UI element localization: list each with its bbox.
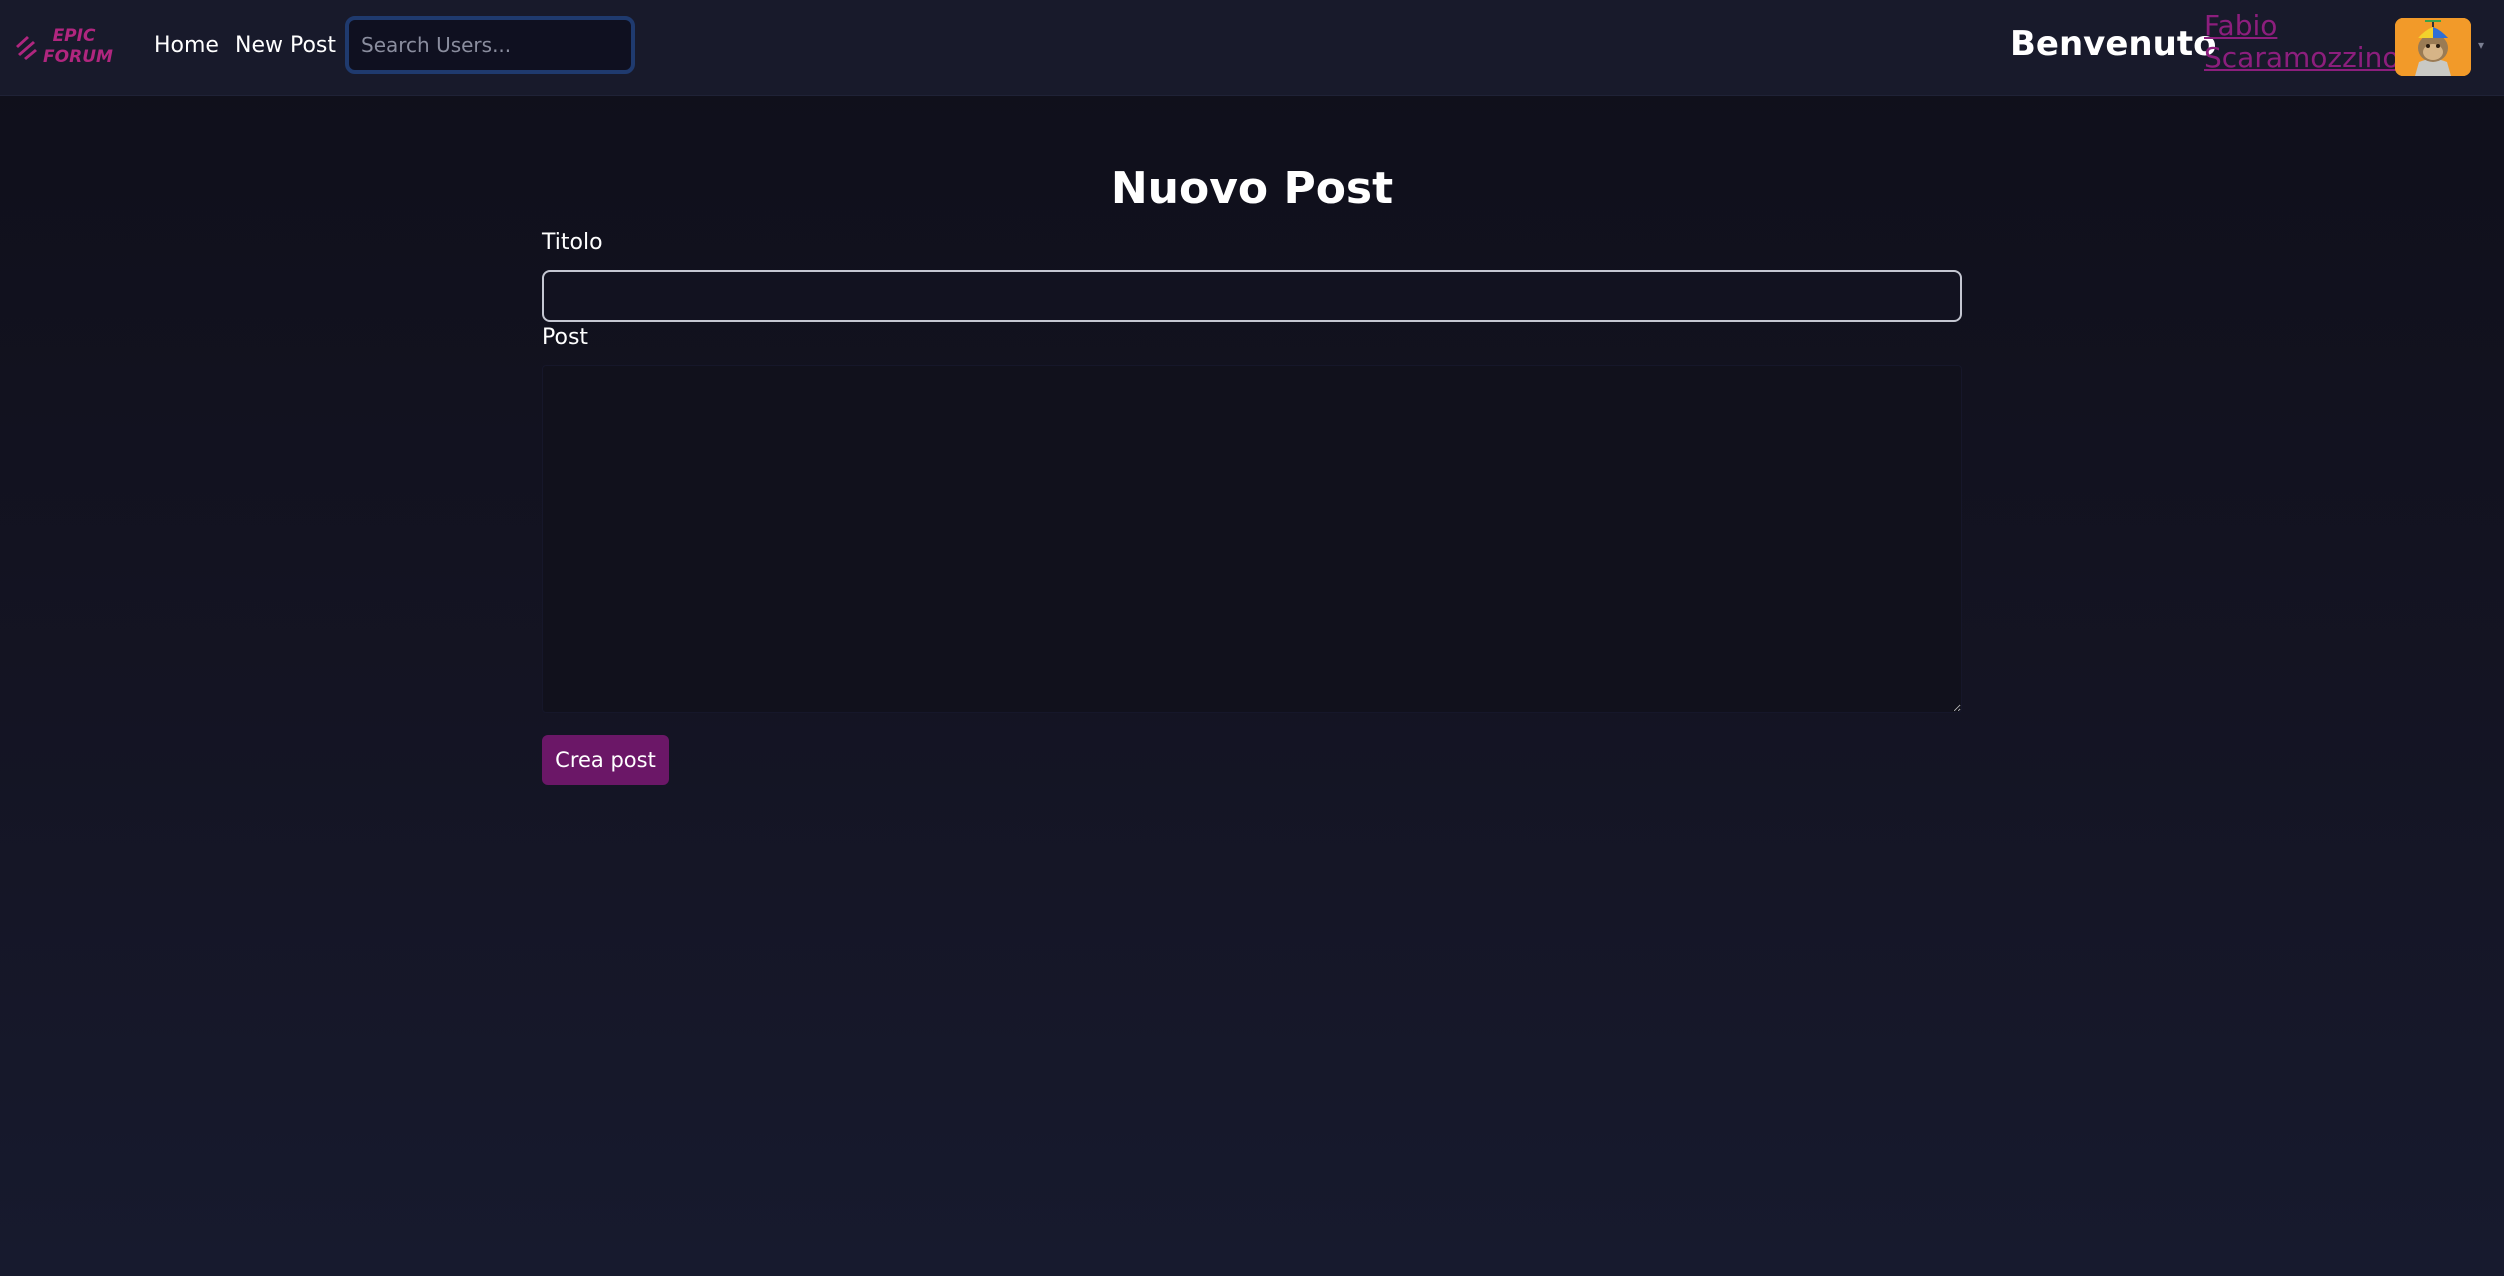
nav-home-link[interactable]: Home	[154, 30, 219, 62]
avatar-ape-icon	[2395, 18, 2471, 76]
title-label: Titolo	[542, 230, 603, 255]
username-link[interactable]: Fabio Scaramozzino	[2204, 10, 2399, 74]
search-users-input[interactable]	[349, 20, 631, 70]
title-input[interactable]	[542, 270, 1962, 322]
nav-new-post-link[interactable]: New Post	[235, 30, 336, 62]
welcome-text: Benvenuto	[2010, 24, 2217, 64]
post-label: Post	[542, 325, 589, 350]
logo-text-epic: EPIC	[53, 26, 96, 46]
epic-forum-logo[interactable]: EPIC FORUM	[14, 22, 118, 74]
caret-down-icon[interactable]: ▾	[2478, 38, 2484, 52]
user-avatar[interactable]	[2395, 18, 2471, 76]
page-title: Nuovo Post	[1110, 163, 1394, 214]
top-navbar: EPIC FORUM Home New Post Benvenuto Fabio…	[0, 0, 2504, 96]
logo-text-forum: FORUM	[43, 47, 113, 67]
post-textarea[interactable]	[542, 365, 1962, 713]
search-box	[345, 16, 635, 74]
logo-icon: EPIC FORUM	[16, 26, 113, 67]
create-post-button[interactable]: Crea post	[542, 735, 669, 785]
